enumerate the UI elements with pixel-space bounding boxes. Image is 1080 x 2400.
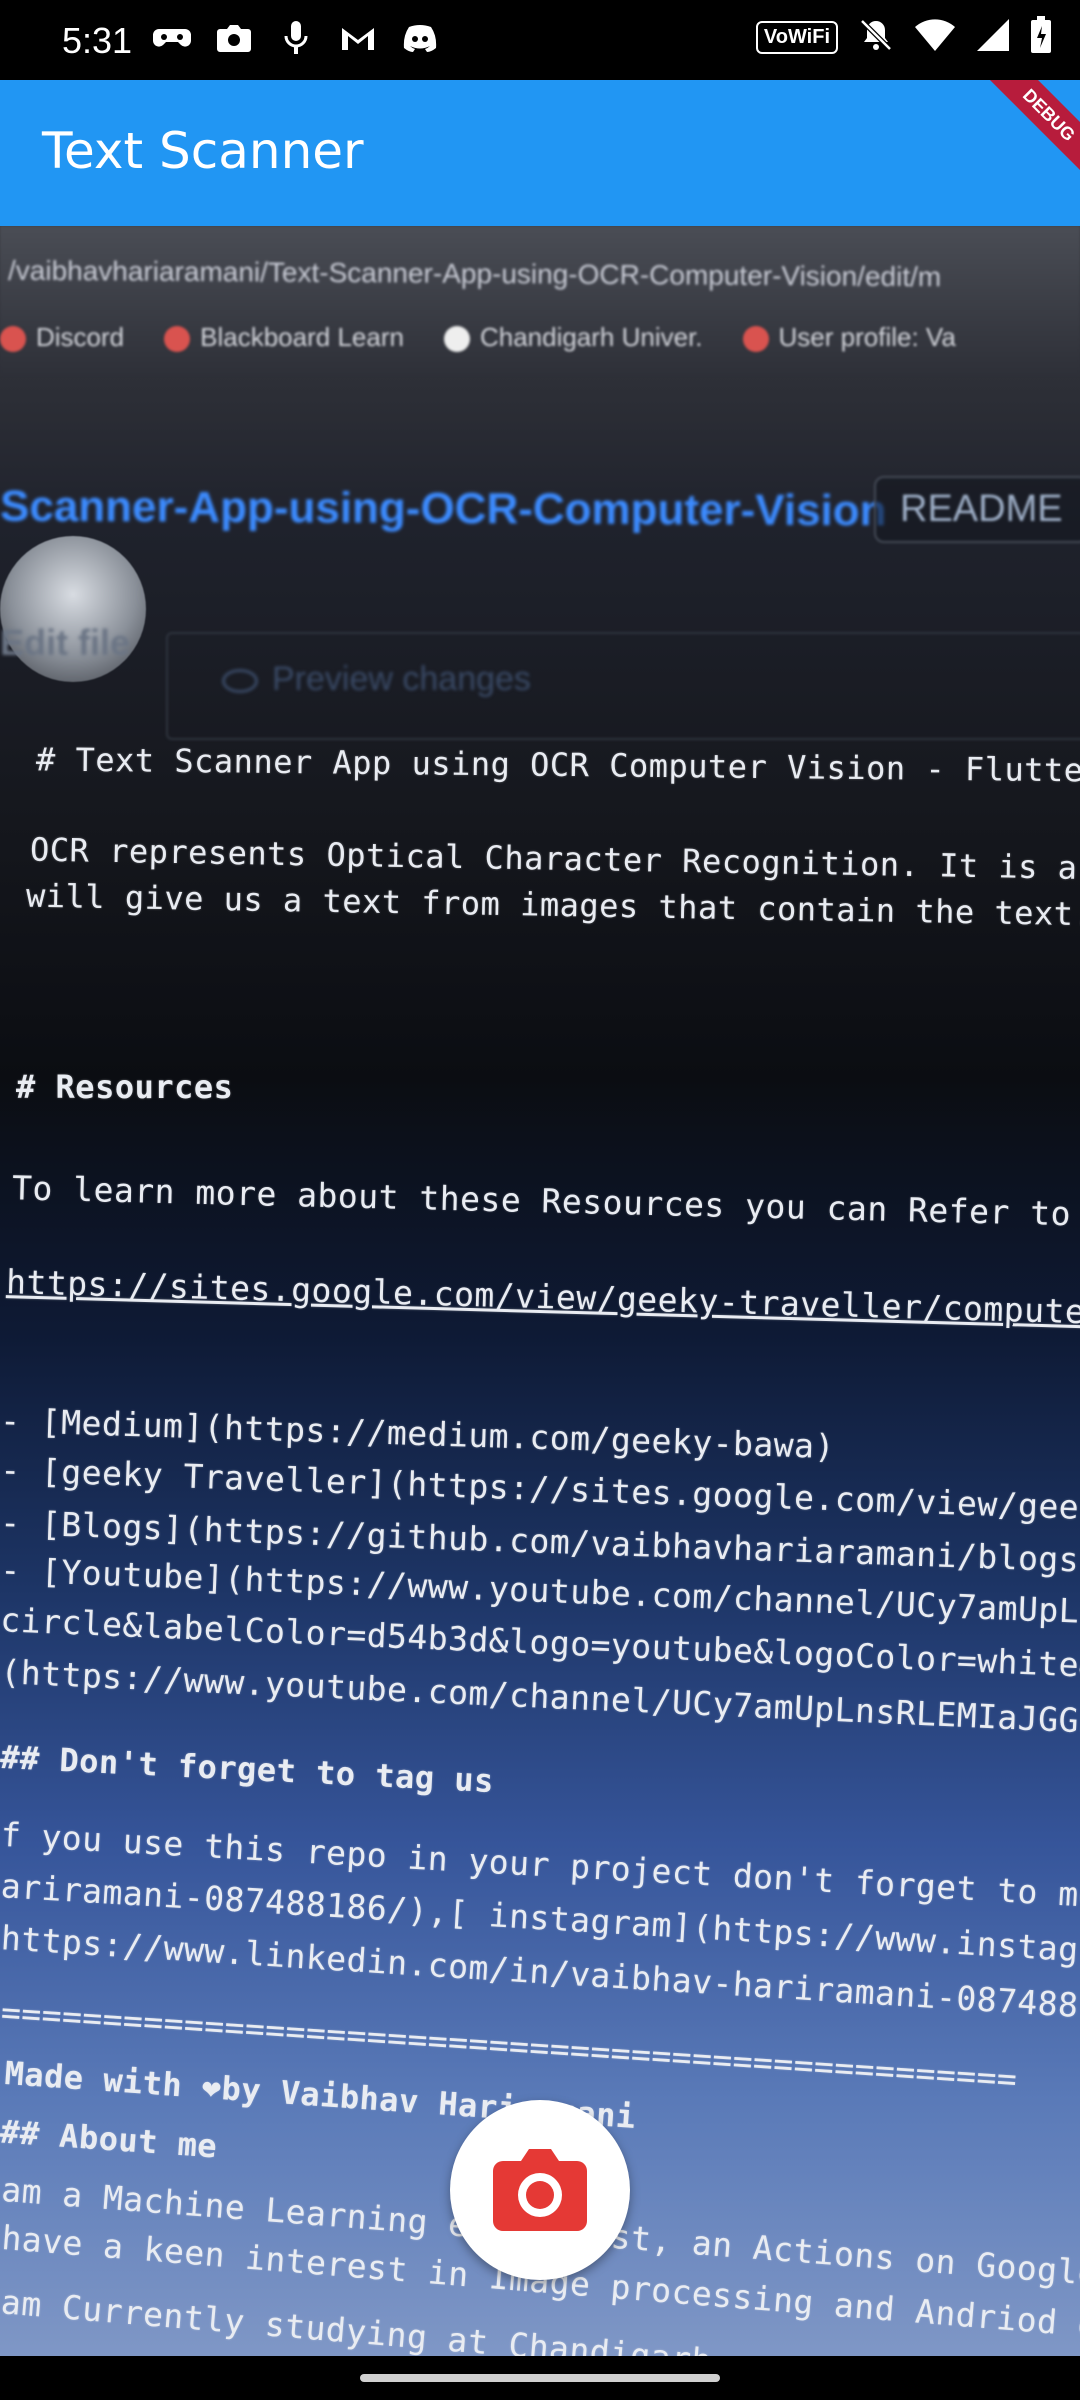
photo-text-line: To learn more about these Resources you … [11, 1168, 1080, 1235]
photo-text-line: https://sites.google.com/view/geeky-trav… [5, 1262, 1080, 1333]
photo-bookmark: Chandigarh Univer. [443, 322, 703, 353]
photo-bookmark: User profile: Va [742, 322, 956, 353]
photo-text-line: # Resources [16, 1068, 234, 1106]
system-icons: VoWiFi [755, 16, 1052, 59]
gmail-icon [338, 18, 378, 58]
eye-icon [222, 669, 258, 694]
microphone-icon [276, 18, 316, 58]
photo-edit-file: Edit file [0, 622, 131, 663]
battery-icon [1030, 16, 1052, 59]
discord-icon [400, 18, 440, 58]
photo-text-line: ## Don't forget to tag us [0, 1737, 495, 1801]
photo-preview-changes: Preview changes [222, 660, 531, 699]
status-time: 5:31 [62, 20, 133, 61]
photo-bookmark: Blackboard Learn [164, 322, 404, 353]
photo-bookmarks: Discord Blackboard Learn Chandigarh Univ… [0, 322, 956, 353]
camera-icon [214, 18, 254, 58]
navigation-bar [0, 2356, 1080, 2400]
debug-banner: DEBUG [983, 80, 1080, 181]
app-bar: Text Scanner DEBUG [0, 80, 1080, 226]
photo-url-text: /vaibhavhariaramani/Text-Scanner-App-usi… [7, 254, 942, 293]
photo-text-line: will give us a text from images that con… [25, 876, 1080, 934]
wifi-icon [914, 18, 956, 57]
photo-readme-tab: README [874, 476, 1080, 543]
home-gesture-handle[interactable] [360, 2374, 720, 2382]
photo-bookmark: Discord [0, 322, 124, 353]
camera-icon [493, 2149, 587, 2231]
do-not-disturb-icon [858, 17, 894, 58]
notification-icons [152, 18, 440, 58]
photo-text-line: ## About me [0, 2112, 219, 2166]
game-controller-icon [152, 18, 192, 58]
photo-repo-title: Scanner-App-using-OCR-Computer-Vision [0, 481, 887, 536]
camera-preview: /vaibhavhariaramani/Text-Scanner-App-usi… [0, 226, 1080, 2356]
vowifi-icon: VoWiFi [755, 21, 838, 54]
photo-text-line: # Text Scanner App using OCR Computer Vi… [35, 740, 1080, 790]
capture-button[interactable] [450, 2100, 630, 2280]
status-bar: 5:31 VoWiFi [0, 0, 1080, 80]
photo-browser-bar [0, 226, 1080, 376]
signal-icon [976, 18, 1010, 57]
app-title: Text Scanner [42, 122, 364, 180]
